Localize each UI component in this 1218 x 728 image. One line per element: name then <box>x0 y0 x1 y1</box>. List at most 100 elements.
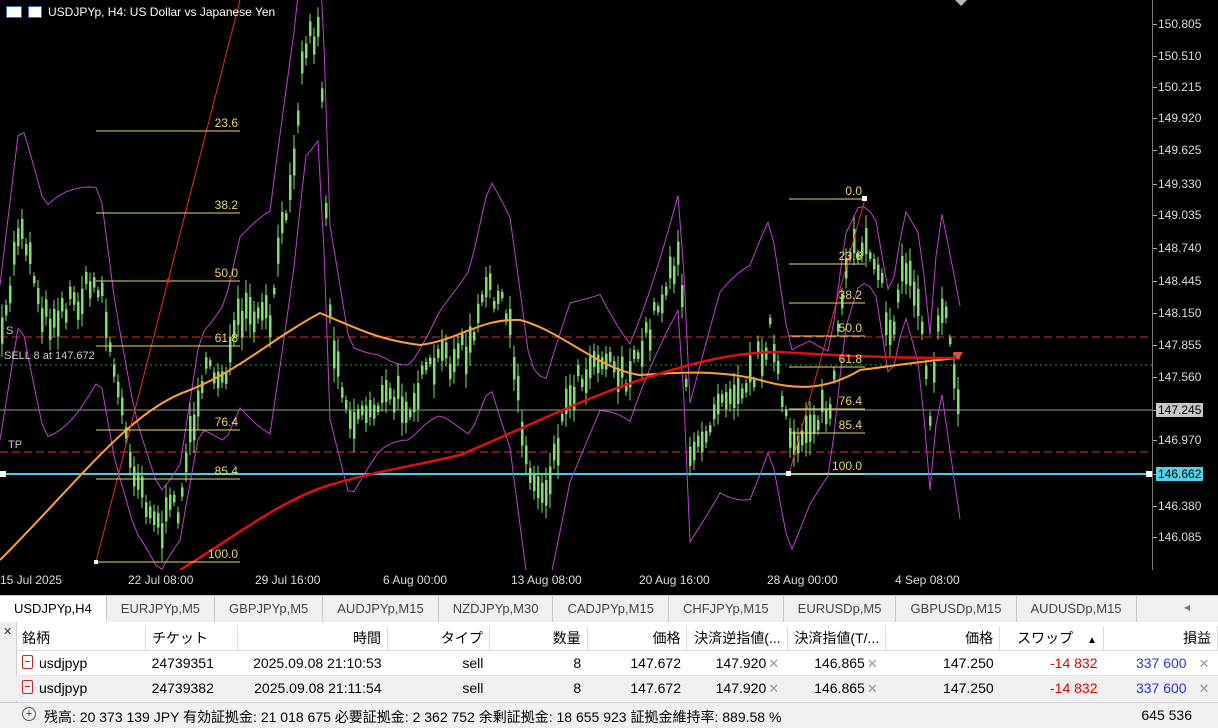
col-profit[interactable]: 損益 <box>1103 626 1218 651</box>
col-sl[interactable]: 決済逆指値(... <box>686 626 788 651</box>
col-ticket[interactable]: チケット <box>145 626 238 651</box>
remove-sl-icon[interactable]: ✕ <box>766 681 781 696</box>
tp-value: 146.865 <box>814 654 865 671</box>
col-type[interactable]: タイプ <box>387 626 490 651</box>
tab-chfjpyp-m15[interactable]: CHFJPYp,M15 <box>669 596 784 622</box>
sort-asc-icon: ▲ <box>1087 635 1097 646</box>
candle-body <box>737 377 740 404</box>
tab-audusdp-m15[interactable]: AUDUSDp,M15 <box>1017 596 1137 622</box>
candle-body <box>933 362 936 383</box>
candle-body <box>753 380 756 388</box>
chart-area[interactable]: 23.6 38.2 50.0 61.8 76.4 85.4 100.0 0.0 23.6 38.2… <box>0 0 1152 604</box>
remove-tp-icon[interactable]: ✕ <box>865 656 880 671</box>
tab-gbpusdp-m15[interactable]: GBPUSDp,M15 <box>896 596 1017 622</box>
candle-body <box>45 299 48 317</box>
candle-body <box>765 347 768 360</box>
candle-body <box>113 364 116 377</box>
candle-body <box>41 308 44 332</box>
cell-tp[interactable]: 146.865 ✕ <box>787 650 886 676</box>
tab-nzdjpyp-m30[interactable]: NZDJPYp,M30 <box>439 596 554 622</box>
fib-anchor-handle <box>862 196 867 201</box>
price-chart[interactable]: 23.6 38.2 50.0 61.8 76.4 85.4 100.0 0.0 23.6 38.2… <box>0 0 1152 604</box>
close-position-icon[interactable]: ✕ <box>1197 656 1212 671</box>
candle-body <box>577 364 580 377</box>
col-swap[interactable]: スワップ ▲ <box>999 626 1104 651</box>
candle-body <box>781 395 784 407</box>
fib-midpoint-handle <box>166 279 170 283</box>
candle-body <box>477 303 480 323</box>
candle-body <box>377 405 380 413</box>
fib-level-label: 50.0 <box>839 321 863 335</box>
candle-body <box>397 375 400 399</box>
cell-time: 2025.09.08 21:11:54 <box>237 675 388 701</box>
candle-body <box>889 320 892 345</box>
tp-line-handle <box>0 471 6 477</box>
tab-usdjpyp-h4[interactable]: USDJPYp,H4 <box>0 596 107 622</box>
candle-body <box>401 396 404 423</box>
expand-icon[interactable]: + <box>22 707 36 721</box>
col-volume[interactable]: 数量 <box>489 626 588 651</box>
table-row[interactable]: usdjpyp 24739351 2025.09.08 21:10:53 sel… <box>16 650 1218 676</box>
candle-body <box>133 466 136 487</box>
candle-body <box>97 290 100 298</box>
price-axis[interactable]: 150.805 150.510 150.215 149.920 149.625 149.3… <box>1152 0 1218 570</box>
tab-eurusdp-m5[interactable]: EURUSDp,M5 <box>784 596 897 622</box>
cell-sl[interactable]: 147.920 ✕ <box>686 650 788 676</box>
grid-menu-icon[interactable] <box>6 6 22 18</box>
candle-body <box>529 467 532 483</box>
candle-body <box>473 331 476 341</box>
cell-sl[interactable]: 147.920 ✕ <box>686 675 788 701</box>
fib-anchor-handle <box>786 471 791 476</box>
candle-body <box>525 445 528 465</box>
account-summary: + 残高: 20 373 139 JPY 有効証拠金: 21 018 675 必… <box>0 702 1218 728</box>
fib-level-label: 76.4 <box>839 394 863 408</box>
col-symbol[interactable]: 銘柄 <box>16 626 147 651</box>
cell-tp[interactable]: 146.865 ✕ <box>787 675 886 701</box>
stop-level-label: S <box>6 325 14 337</box>
col-tp[interactable]: 決済指値(T/... <box>787 626 887 651</box>
candle-body <box>9 285 12 304</box>
candle-body <box>909 260 912 286</box>
price-tick-label: 146.380 <box>1158 499 1202 513</box>
cell-ticket: 24739382 <box>145 675 238 701</box>
cell-type: sell <box>387 675 490 701</box>
close-position-icon[interactable]: ✕ <box>1197 681 1212 696</box>
candle-body <box>945 306 948 318</box>
candle-body <box>65 309 68 323</box>
remove-tp-icon[interactable]: ✕ <box>865 681 880 696</box>
candle-body <box>497 290 500 304</box>
candle-body <box>657 305 660 313</box>
tab-cadjpyp-m15[interactable]: CADJPYp,M15 <box>553 596 669 622</box>
tab-eurjpyp-m5[interactable]: EURJPYp,M5 <box>107 596 216 622</box>
time-tick-label: 28 Aug 00:00 <box>767 573 838 587</box>
cell-volume: 8 <box>489 675 588 701</box>
col-current[interactable]: 価格 <box>885 626 1001 651</box>
table-row[interactable]: usdjpyp 24739382 2025.09.08 21:11:54 sel… <box>16 675 1218 701</box>
col-time[interactable]: 時間 <box>237 626 389 651</box>
tab-audjpyp-m15[interactable]: AUDJPYp,M15 <box>323 596 439 622</box>
arrow-left-icon[interactable]: ◂ <box>1184 600 1190 614</box>
candle-body <box>149 506 152 519</box>
candle-body <box>585 369 588 393</box>
col-price[interactable]: 価格 <box>587 626 688 651</box>
fib-level-label: 100.0 <box>208 547 238 561</box>
candle-body <box>741 388 744 399</box>
candle-body <box>29 242 32 265</box>
time-tick-label: 20 Aug 16:00 <box>639 573 710 587</box>
candle-body <box>117 381 120 398</box>
moving-average-fast <box>0 311 961 561</box>
candle-body <box>829 404 832 419</box>
candle-body <box>25 244 28 256</box>
close-icon[interactable]: ✕ <box>3 625 12 638</box>
symbol-tabs: USDJPYp,H4 EURJPYp,M5 GBPJPYp,M5 AUDJPYp,M1… <box>0 595 1218 623</box>
tab-gbpjpyp-m5[interactable]: GBPJPYp,M5 <box>215 596 324 622</box>
candle-body <box>245 292 248 319</box>
candle-body <box>317 17 320 37</box>
candle-body <box>873 258 876 270</box>
remove-sl-icon[interactable]: ✕ <box>766 656 781 671</box>
time-axis[interactable]: 15 Jul 2025 22 Jul 08:00 29 Jul 16:00 6 Aug… <box>0 570 1152 592</box>
candle-body <box>425 361 428 371</box>
candle-body <box>921 321 924 334</box>
candle-body <box>905 263 908 285</box>
chart-type-icon[interactable] <box>28 6 42 18</box>
